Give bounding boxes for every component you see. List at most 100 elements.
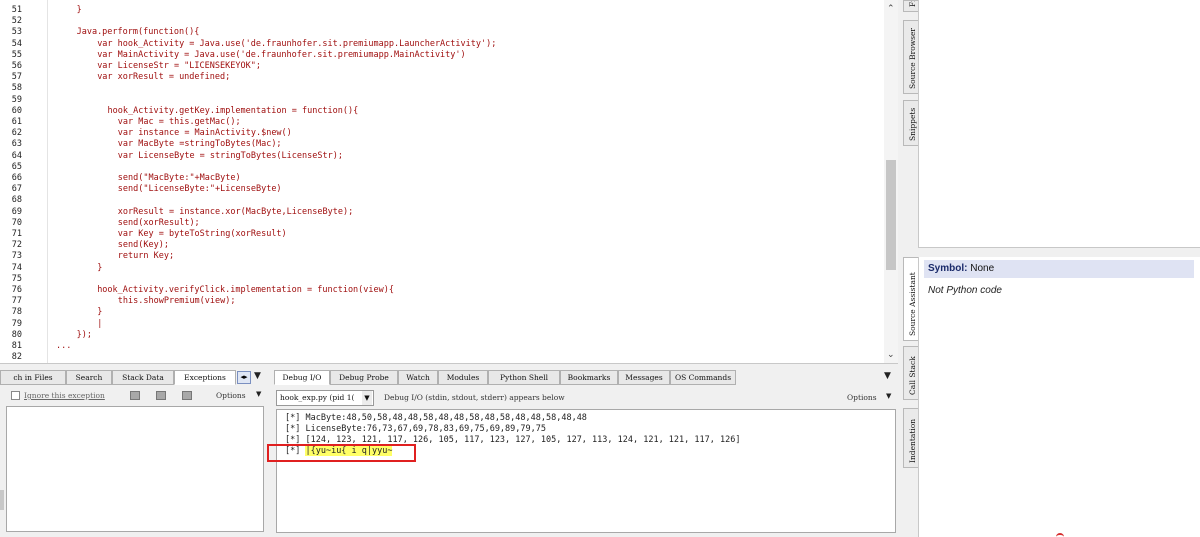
line-number: 81: [11, 341, 22, 351]
scroll-down-icon[interactable]: ⌄: [887, 350, 895, 360]
code-line: var xorResult = undefined;: [97, 72, 231, 83]
line-number: 76: [11, 285, 22, 295]
tab-search[interactable]: Search: [66, 370, 112, 385]
code-line: send("LicenseByte:"+LicenseByte): [117, 184, 282, 195]
tab-messages[interactable]: Messages: [618, 370, 670, 385]
tab-source-assistant[interactable]: Source Assistant: [903, 257, 919, 341]
tab-debug-probe[interactable]: Debug Probe: [330, 370, 398, 385]
debug-io-hint: Debug I/O (stdin, stdout, stderr) appear…: [384, 393, 565, 402]
tab-scroll-arrows-icon[interactable]: ◂▸: [237, 371, 251, 384]
ignore-exception-label: Ignore this exception: [24, 391, 105, 400]
tab-call-stack-label: Call Stack: [908, 356, 917, 395]
tab-python-shell-label: Python Shell: [499, 373, 549, 382]
tab-exceptions[interactable]: Exceptions: [174, 370, 236, 385]
process-select[interactable]: hook_exp.py (pid 1( ▼: [276, 390, 374, 406]
line-number: 78: [11, 307, 22, 318]
code-line: var Key = byteToString(xorResult): [117, 229, 287, 239]
exceptions-options-chevron-icon[interactable]: ▼: [256, 390, 261, 398]
code-line: send(xorResult);: [117, 217, 200, 228]
tab-source-browser-label: Source Browser: [908, 28, 917, 89]
exception-action-2-icon[interactable]: [156, 391, 166, 400]
line-number: 73: [11, 251, 22, 262]
debug-io-options-chevron-icon[interactable]: ▼: [886, 392, 891, 400]
line-number: 56: [11, 61, 22, 71]
tab-watch-label: Watch: [406, 373, 430, 382]
scroll-up-icon[interactable]: ⌃: [887, 4, 895, 14]
code-line: var Mac = this.getMac();: [117, 117, 241, 127]
editor-scroll-thumb[interactable]: [886, 160, 896, 270]
tab-search-in-files[interactable]: ch in Files: [0, 370, 66, 385]
code-line: var LicenseStr = "LICENSEKEYOK";: [97, 61, 261, 71]
debug-io-output[interactable]: [*] MacByte:48,50,58,48,48,58,48,48,58,4…: [276, 409, 896, 533]
tab-debug-probe-label: Debug Probe: [339, 373, 389, 382]
output-line-licensebyte: [*] LicenseByte:76,73,67,69,78,83,69,75,…: [285, 424, 546, 434]
line-number: 72: [11, 240, 22, 251]
tab-modules[interactable]: Modules: [438, 370, 488, 385]
tab-bookmarks[interactable]: Bookmarks: [560, 370, 618, 385]
source-assistant-panel: [918, 257, 1200, 537]
exception-action-3-icon[interactable]: [182, 391, 192, 400]
line-number: 61: [11, 117, 22, 127]
code-line: hook_Activity.getKey.implementation = fu…: [107, 105, 359, 116]
line-number-gutter: 51 52 53 54 55 56 57 58 59 60 61 62 63 64 65 66 67 68 69 70…: [0, 0, 48, 363]
code-line: ...: [56, 341, 72, 351]
exceptions-options-button[interactable]: Options: [216, 391, 246, 400]
tab-stack-data[interactable]: Stack Data: [112, 370, 174, 385]
symbol-label: Symbol:: [928, 263, 968, 274]
tab-os-commands[interactable]: OS Commands: [670, 370, 736, 385]
line-number: 77: [11, 296, 22, 307]
tab-source-browser[interactable]: Source Browser: [903, 20, 919, 94]
tab-python-shell[interactable]: Python Shell: [488, 370, 560, 385]
tab-indentation-label: Indentation: [908, 418, 917, 463]
line-number: 67: [11, 184, 22, 195]
line-number: 74: [11, 262, 22, 273]
code-line: var LicenseByte = stringToBytes(LicenseS…: [117, 150, 343, 161]
debug-tab-menu-chevron-icon[interactable]: ▼: [884, 371, 891, 381]
code-line: }: [97, 307, 103, 318]
tab-menu-chevron-icon[interactable]: ▼: [254, 371, 261, 381]
line-number: 66: [11, 173, 22, 183]
ignore-exception-checkbox[interactable]: [11, 391, 20, 400]
line-number: 53: [11, 27, 22, 38]
exception-action-1-icon[interactable]: [130, 391, 140, 400]
line-number: 52: [11, 16, 22, 27]
line-number: 57: [11, 72, 22, 83]
tab-fr-label: Fr: [908, 0, 917, 7]
code-editor[interactable]: 51 52 53 54 55 56 57 58 59 60 61 62 63 64 65 66 67 68 69 70…: [0, 0, 898, 364]
tab-stack-data-label: Stack Data: [122, 373, 164, 382]
line-number: 79: [11, 318, 22, 329]
left-splitter[interactable]: [0, 490, 4, 510]
code-line: send(Key);: [117, 240, 169, 251]
tab-modules-label: Modules: [446, 373, 480, 382]
process-select-value: hook_exp.py (pid 1(: [280, 393, 355, 402]
line-number: 62: [11, 128, 22, 139]
symbol-row: Symbol: None: [924, 260, 1194, 278]
tab-snippets[interactable]: Snippets: [903, 100, 919, 146]
code-line: var MainActivity = Java.use('de.fraunhof…: [97, 49, 466, 60]
tab-source-assistant-label: Source Assistant: [908, 272, 917, 336]
tab-os-commands-label: OS Commands: [674, 373, 732, 382]
code-line: }: [76, 5, 82, 15]
debug-io-options-button[interactable]: Options: [847, 393, 877, 402]
output-line-macbyte: [*] MacByte:48,50,58,48,48,58,48,48,58,4…: [285, 413, 587, 423]
tab-snippets-label: Snippets: [908, 107, 917, 141]
line-number: 82: [11, 352, 22, 363]
code-line: send("MacByte:"+MacByte): [117, 173, 241, 183]
key-annotation-box: [267, 444, 416, 462]
code-line: var hook_Activity = Java.use('de.fraunho…: [97, 38, 497, 49]
tab-call-stack[interactable]: Call Stack: [903, 346, 919, 400]
tab-debug-io[interactable]: Debug I/O: [274, 370, 330, 385]
line-number: 80: [11, 329, 22, 340]
source-browser-panel: [918, 0, 1200, 248]
line-number: 65: [11, 161, 22, 172]
tab-exceptions-label: Exceptions: [184, 373, 226, 382]
tab-fr[interactable]: Fr: [903, 0, 919, 12]
tab-messages-label: Messages: [625, 373, 663, 382]
tab-debug-io-label: Debug I/O: [282, 373, 322, 382]
tab-watch[interactable]: Watch: [398, 370, 438, 385]
line-number: 55: [11, 49, 22, 60]
line-number: 75: [11, 273, 22, 284]
line-number: 68: [11, 195, 22, 206]
tab-indentation[interactable]: Indentation: [903, 408, 919, 468]
exceptions-area: [6, 406, 264, 532]
